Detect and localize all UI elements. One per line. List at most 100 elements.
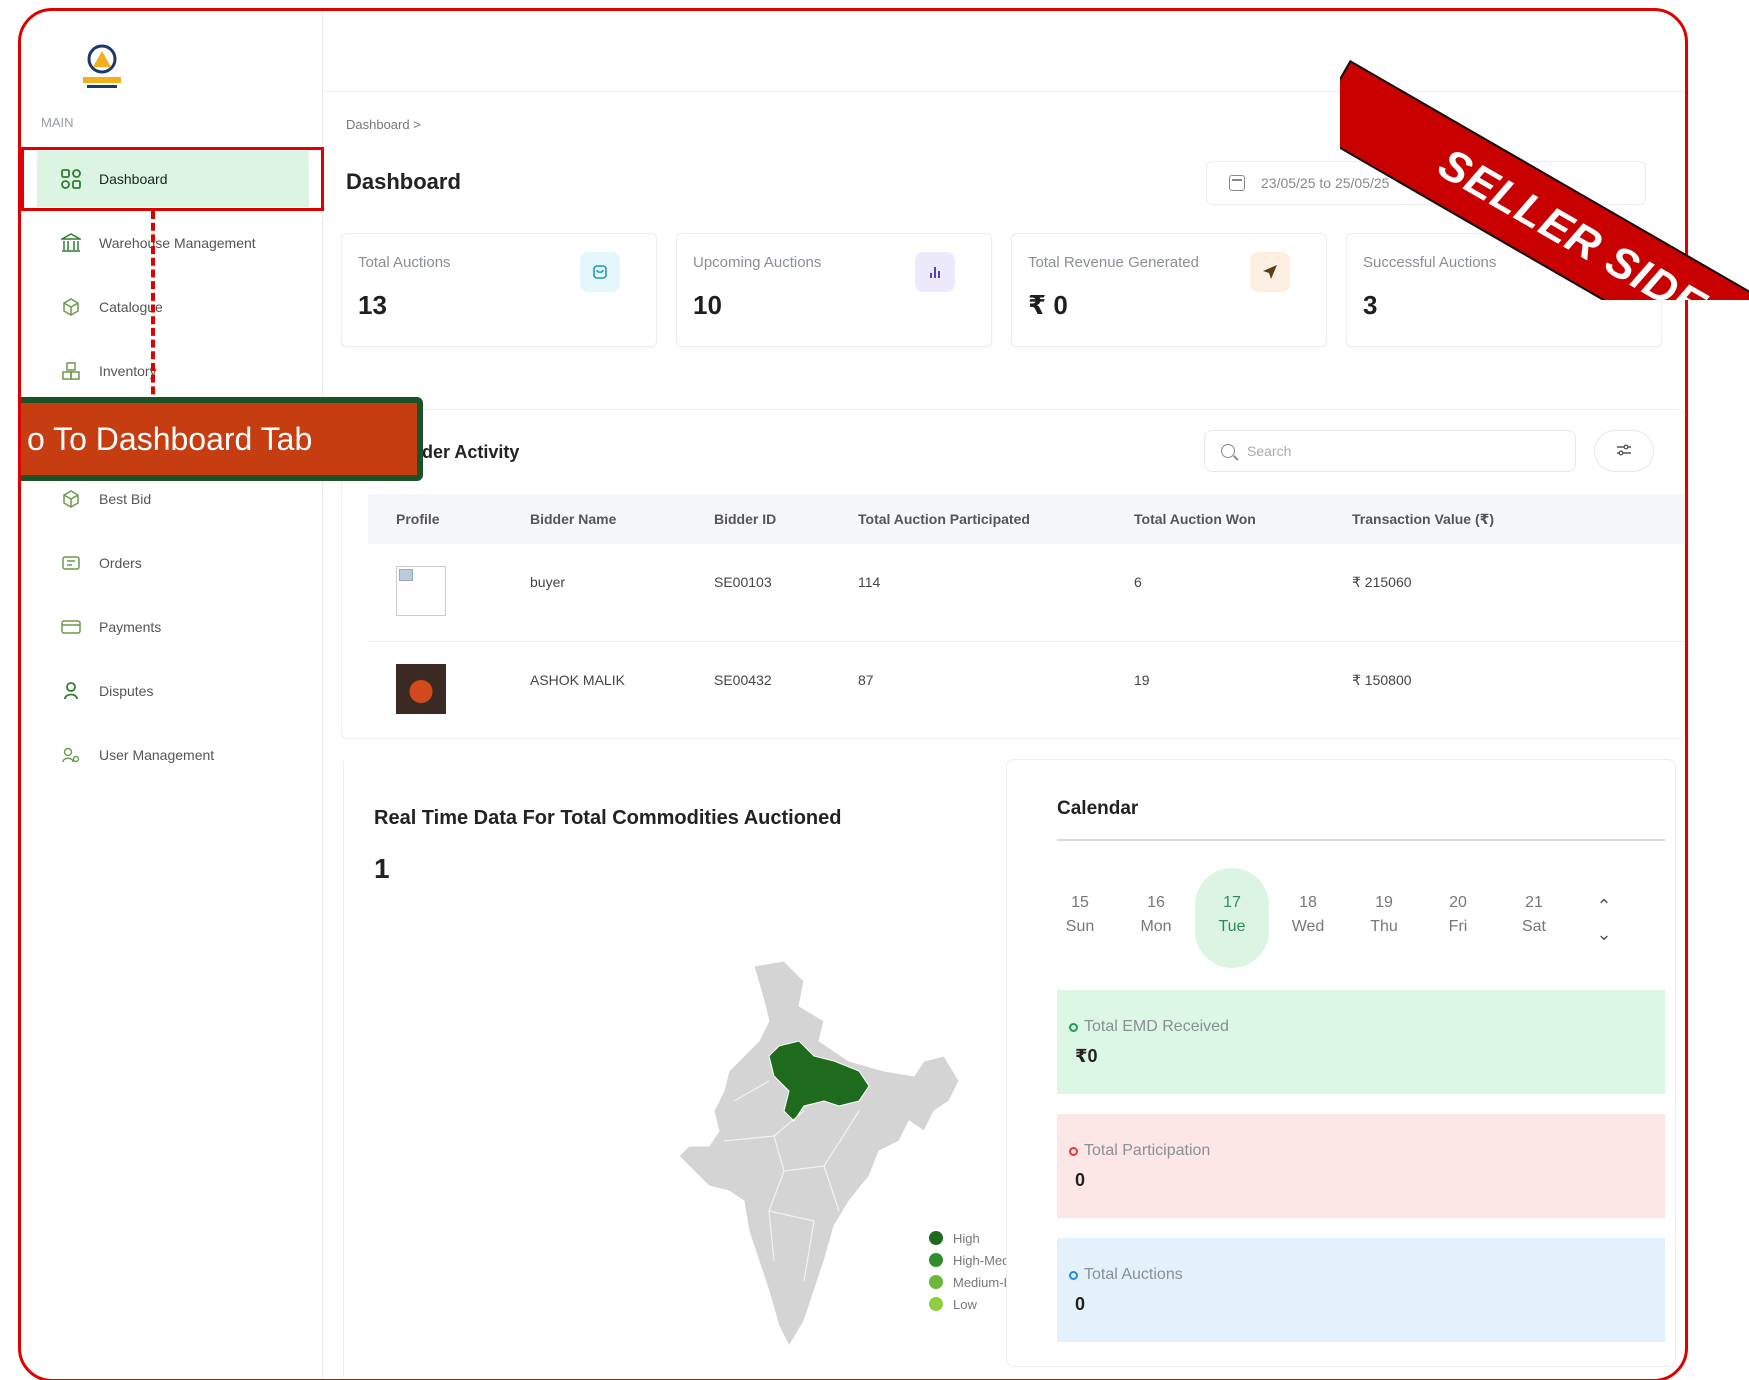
bidder-name-cell: buyer	[530, 574, 566, 590]
calendar-day[interactable]: 16 Mon	[1119, 868, 1193, 968]
dashboard-highlight-box	[21, 147, 324, 211]
calendar-day[interactable]: 21 Sat	[1497, 868, 1571, 968]
day-number: 18	[1299, 894, 1317, 911]
sidebar-item-user-management[interactable]: User Management	[37, 727, 309, 783]
legend-item: Medium-L	[929, 1271, 1011, 1293]
sidebar-item-payments[interactable]: Payments	[37, 599, 309, 655]
calendar-title: Calendar	[1057, 798, 1139, 819]
calendar-day[interactable]: 20 Fri	[1421, 868, 1495, 968]
card-label-text: Total Auctions	[1084, 1266, 1183, 1283]
stat-label: Upcoming Auctions	[693, 254, 822, 271]
calendar-day[interactable]: 18 Wed	[1271, 868, 1345, 968]
sidebar-item-disputes[interactable]: Disputes	[37, 663, 309, 719]
card-label-text: Total Participation	[1084, 1142, 1211, 1159]
legend-label: High-Med	[953, 1252, 1010, 1268]
calendar-day-selected[interactable]: 17 Tue	[1195, 868, 1269, 968]
participation-card: Total Participation 0	[1057, 1114, 1665, 1218]
day-number: 21	[1525, 894, 1543, 911]
bidder-id-cell: SE00103	[714, 574, 772, 590]
column-header: Bidder ID	[714, 511, 777, 527]
dispute-icon	[59, 679, 83, 703]
day-number: 17	[1223, 894, 1241, 911]
calendar-day[interactable]: 15 Sun	[1043, 868, 1117, 968]
sidebar-item-warehouse-management[interactable]: Warehouse Management	[37, 215, 309, 271]
box-icon	[59, 295, 83, 319]
day-name: Thu	[1370, 918, 1398, 935]
bidder-name-cell: ASHOK MALIK	[530, 672, 625, 688]
won-cell: 6	[1134, 574, 1142, 590]
logo	[83, 44, 121, 88]
seller-side-ribbon-area: SELLER SIDE	[1340, 0, 1749, 300]
participated-cell: 114	[858, 574, 881, 590]
legend-dot	[929, 1231, 943, 1245]
legend-dot	[929, 1253, 943, 1267]
day-name: Tue	[1218, 918, 1246, 935]
day-number: 16	[1147, 894, 1165, 911]
map-region-india[interactable]	[678, 961, 960, 1348]
card-label-text: Total EMD Received	[1084, 1018, 1229, 1035]
legend-label: High	[953, 1230, 980, 1246]
legend-item: High	[929, 1227, 1011, 1249]
panel-title: der Activity	[422, 442, 520, 462]
day-number: 15	[1071, 894, 1089, 911]
sidebar-item-catalogue[interactable]: Catalogue	[37, 279, 309, 335]
filter-button[interactable]	[1594, 430, 1654, 472]
table-row[interactable]: ASHOK MALIK SE00432 87 19 ₹ 150800	[368, 642, 1684, 738]
search-input[interactable]: Search	[1204, 430, 1576, 472]
legend-item: High-Med	[929, 1249, 1011, 1271]
card-label: Total Participation	[1069, 1142, 1210, 1160]
day-name: Sat	[1521, 918, 1546, 935]
day-name: Wed	[1291, 918, 1325, 935]
sidebar-item-orders[interactable]: Orders	[37, 535, 309, 591]
day-name: Fri	[1448, 918, 1468, 935]
won-cell: 19	[1134, 672, 1150, 688]
stat-value: ₹ 0	[1028, 290, 1068, 320]
card-value: ₹0	[1075, 1046, 1098, 1066]
payments-icon	[59, 615, 83, 639]
card-value: 0	[1075, 1170, 1086, 1190]
auctions-card: Total Auctions 0	[1057, 1238, 1665, 1342]
stat-value: 10	[693, 290, 722, 320]
avatar	[396, 566, 446, 616]
users-icon	[59, 743, 83, 767]
sidebar-item-inventory[interactable]: Inventory	[37, 343, 309, 399]
card-label: Total Auctions	[1069, 1266, 1183, 1284]
column-header: Bidder Name	[530, 511, 617, 527]
profile-cell	[396, 642, 446, 738]
orders-icon	[59, 551, 83, 575]
callout-label: o To Dashboard Tab	[21, 397, 423, 481]
map-legend: High High-Med Medium-L Low	[929, 1227, 1011, 1315]
sidebar-item-label: Payments	[99, 619, 162, 635]
stat-label: Total Revenue Generated	[1028, 254, 1199, 271]
sidebar-item-label: Inventory	[99, 363, 157, 379]
column-header: Transaction Value (₹)	[1352, 510, 1495, 527]
breadcrumb[interactable]: Dashboard >	[346, 117, 421, 132]
chevron-up-icon[interactable]: ⌃	[1592, 892, 1616, 920]
calendar-day[interactable]: 19 Thu	[1347, 868, 1421, 968]
search-placeholder: Search	[1247, 443, 1292, 459]
stat-card-upcoming-auctions: Upcoming Auctions 10	[676, 233, 992, 347]
day-name: Mon	[1140, 918, 1172, 935]
chevron-down-icon[interactable]: ⌄	[1592, 920, 1616, 948]
legend-dot	[929, 1275, 943, 1289]
legend-label: Medium-L	[953, 1274, 1011, 1290]
map-value: 1	[374, 853, 390, 884]
search-icon	[1221, 444, 1235, 458]
legend-label: Low	[953, 1296, 977, 1312]
status-dot-icon	[1069, 1270, 1078, 1280]
calendar-panel: Calendar 15 Sun 16 Mon 17 Tue 18 Wed 19 Thu 2…	[1006, 759, 1676, 1367]
sidebar-section-label: MAIN	[41, 115, 74, 130]
sidebar-item-label: Warehouse Management	[99, 235, 256, 251]
day-number: 19	[1375, 894, 1393, 911]
calendar-divider	[1057, 839, 1665, 841]
legend-item: Low	[929, 1293, 1011, 1315]
day-name: Sun	[1065, 918, 1095, 935]
profile-cell	[396, 544, 446, 641]
bidder-activity-panel: der Activity Search Profile Bidder Name …	[341, 409, 1685, 739]
stat-card-total-auctions: Total Auctions 13	[341, 233, 657, 347]
card-label: Total EMD Received	[1069, 1018, 1229, 1036]
table-row[interactable]: buyer SE00103 114 6 ₹ 215060	[368, 544, 1684, 642]
callout-connector	[151, 211, 155, 406]
column-header: Total Auction Won	[1134, 511, 1256, 527]
sidebar-item-label: Best Bid	[99, 491, 152, 507]
